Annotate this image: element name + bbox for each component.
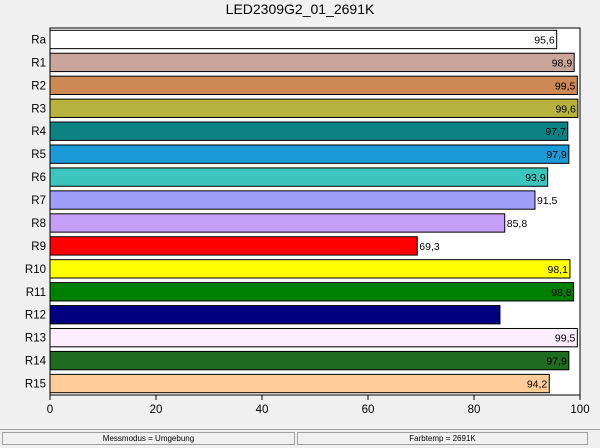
x-tick-label: 80 <box>468 404 481 416</box>
value-label: 98,8 <box>551 287 572 299</box>
bar-r2 <box>49 75 578 96</box>
category-label: R9 <box>31 241 46 253</box>
category-label: R8 <box>31 218 46 230</box>
bar-chart: LED2309G2_01_2691K Ra 95,6 R1 98,9 R2 99,5 R3 9… <box>25 1 590 416</box>
value-label: 97,7 <box>545 126 566 138</box>
bar-r8 <box>49 213 506 233</box>
chart-area: LED2309G2_01_2691K Ra 95,6 R1 98,9 R2 99,5 R3 9… <box>0 0 600 428</box>
value-label: 69,3 <box>419 241 440 253</box>
value-label: 97,9 <box>546 356 567 368</box>
x-axis: 0 20 40 60 80 100 <box>47 395 590 416</box>
category-label: R2 <box>31 80 46 92</box>
bar-r13 <box>49 327 578 348</box>
category-label: R1 <box>31 57 46 69</box>
bar-r3 <box>49 98 579 118</box>
x-tick-label: 0 <box>47 404 53 416</box>
value-label: 93,9 <box>525 172 546 184</box>
category-label: Ra <box>31 34 46 46</box>
value-label: 84,9 <box>502 310 523 322</box>
x-tick-label: 100 <box>570 404 589 416</box>
value-label: 98,9 <box>552 57 573 69</box>
bar-r14 <box>49 350 570 371</box>
chart-title: LED2309G2_01_2691K <box>226 1 375 17</box>
category-label: R15 <box>25 379 46 391</box>
bar-r7 <box>49 190 536 210</box>
value-label: 98,1 <box>547 264 568 276</box>
bar-r11 <box>49 282 575 302</box>
value-label: 99,5 <box>555 333 576 345</box>
value-label: 85,8 <box>507 218 528 230</box>
bar-r9 <box>49 236 418 256</box>
bar-r4 <box>49 121 569 141</box>
bar-r6 <box>49 167 549 187</box>
bar-r12 <box>49 305 501 325</box>
value-label: 99,6 <box>555 103 576 115</box>
bar-r10 <box>49 259 571 279</box>
x-tick-label: 60 <box>362 404 375 416</box>
category-label: R11 <box>26 287 46 299</box>
category-label: R10 <box>25 264 46 276</box>
category-label: R5 <box>31 149 46 161</box>
category-label: R4 <box>31 126 46 138</box>
category-label: R3 <box>31 103 46 115</box>
category-label: R14 <box>25 356 47 368</box>
category-label: R13 <box>25 333 46 345</box>
value-label: 91,5 <box>537 195 558 207</box>
status-bar: Messmodus = Umgebung Farbtemp = 2691K <box>0 429 600 448</box>
bar-r5 <box>49 144 570 164</box>
value-label: 95,6 <box>534 34 555 46</box>
x-tick-label: 40 <box>256 404 269 416</box>
x-tick-label: 20 <box>150 404 163 416</box>
category-label: R7 <box>31 195 46 207</box>
value-label: 94,2 <box>527 379 548 391</box>
value-label: 97,9 <box>546 149 567 161</box>
value-label: 99,5 <box>555 80 576 92</box>
bar-r1 <box>49 52 575 73</box>
category-label: R12 <box>25 310 46 322</box>
category-label: R6 <box>31 172 46 184</box>
bar-r15 <box>49 373 550 394</box>
bar-ra <box>49 29 558 50</box>
measure-mode-status: Messmodus = Umgebung <box>2 432 295 445</box>
color-temp-status: Farbtemp = 2691K <box>297 432 588 445</box>
